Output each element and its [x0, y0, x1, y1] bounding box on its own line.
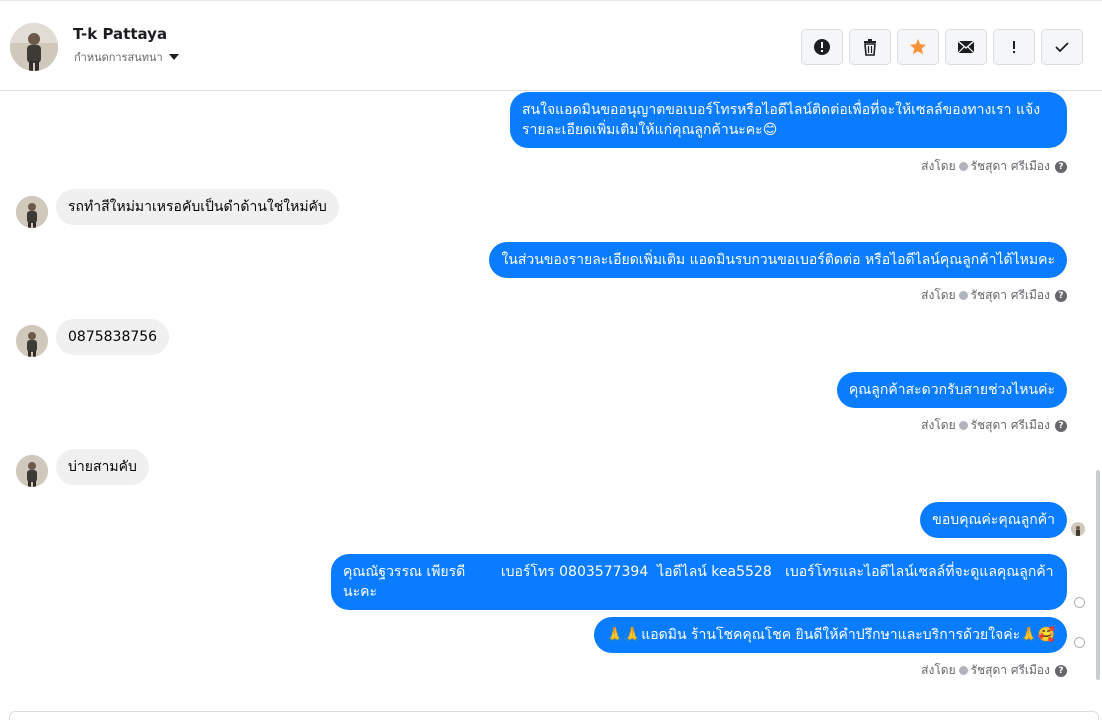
- verified-icon: [958, 291, 968, 300]
- sent-by-line: ส่งโดย รัชสุดา ศรีเมือง ?: [921, 286, 1067, 305]
- contact-name[interactable]: T-k Pattaya: [73, 25, 167, 43]
- conversation-toolbar: [801, 29, 1083, 65]
- customer-avatar[interactable]: [16, 196, 48, 228]
- assign-label: กำหนดการสนทนา: [74, 51, 163, 64]
- sender-name[interactable]: รัชสุดา ศรีเมือง: [971, 286, 1050, 305]
- mark-done-button[interactable]: [1041, 29, 1083, 65]
- outgoing-message[interactable]: คุณณัฐวรรณ เพียรดี เบอร์โทร 0803577394 ไ…: [331, 554, 1067, 610]
- message-text: สนใจแอดมินขออนุญาตขอเบอร์โทรหรือไอดีไลน์…: [522, 102, 1041, 138]
- outgoing-message[interactable]: คุณลูกค้าสะดวกรับสายช่วงไหนค่ะ: [836, 372, 1067, 408]
- delivered-icon: [1074, 637, 1085, 648]
- seen-by-avatar: [1071, 522, 1085, 536]
- sender-name[interactable]: รัชสุดา ศรีเมือง: [971, 661, 1050, 680]
- customer-avatar[interactable]: [16, 455, 48, 487]
- help-icon[interactable]: ?: [1055, 419, 1067, 432]
- sender-name[interactable]: รัชสุดา ศรีเมือง: [971, 416, 1050, 435]
- sent-by-line: ส่งโดย รัชสุดา ศรีเมือง ?: [921, 416, 1067, 435]
- message-thread: สนใจแอดมินขออนุญาตขอเบอร์โทรหรือไอดีไลน์…: [0, 92, 1102, 712]
- delete-button[interactable]: [849, 29, 891, 65]
- incoming-message[interactable]: บ่ายสามคับ: [56, 449, 149, 485]
- incoming-message[interactable]: 0875838756: [56, 319, 170, 355]
- message-text: รถทำสีใหม่มาเหรอคับเป็นดำด้านใช่ใหม่คับ: [68, 199, 327, 215]
- verified-icon: [958, 666, 968, 675]
- mail-icon: [957, 40, 975, 54]
- message-text: คุณณัฐวรรณ เพียรดี เบอร์โทร 0803577394 ไ…: [343, 564, 1054, 600]
- verified-icon: [958, 162, 968, 171]
- report-icon: [814, 39, 830, 55]
- report-button[interactable]: [801, 29, 843, 65]
- mark-unread-button[interactable]: [945, 29, 987, 65]
- outgoing-message[interactable]: สนใจแอดมินขออนุญาตขอเบอร์โทรหรือไอดีไลน์…: [510, 92, 1067, 148]
- message-composer[interactable]: [9, 711, 1099, 720]
- sent-by-label: ส่งโดย: [921, 288, 956, 302]
- conversation-header: T-k Pattaya กำหนดการสนทนา: [0, 0, 1102, 91]
- sent-by-line: ส่งโดย รัชสุดา ศรีเมือง ?: [921, 661, 1067, 680]
- incoming-message[interactable]: รถทำสีใหม่มาเหรอคับเป็นดำด้านใช่ใหม่คับ: [56, 189, 339, 225]
- message-text: บ่ายสามคับ: [68, 459, 137, 475]
- spam-button[interactable]: [993, 29, 1035, 65]
- message-text: ขอบคุณค่ะคุณลูกค้า: [932, 512, 1055, 528]
- help-icon[interactable]: ?: [1055, 664, 1067, 677]
- contact-avatar[interactable]: [10, 23, 58, 71]
- help-icon[interactable]: ?: [1055, 160, 1067, 173]
- assign-conversation-dropdown[interactable]: กำหนดการสนทนา: [74, 48, 179, 66]
- outgoing-message[interactable]: ขอบคุณค่ะคุณลูกค้า: [920, 502, 1067, 538]
- outgoing-message[interactable]: ในส่วนของรายละเอียดเพิ่มเติม แอดมินรบกวน…: [489, 242, 1067, 278]
- sent-by-label: ส่งโดย: [921, 663, 956, 677]
- star-icon: [910, 39, 926, 55]
- customer-avatar[interactable]: [16, 325, 48, 357]
- star-button[interactable]: [897, 29, 939, 65]
- exclaim-icon: [1013, 41, 1015, 53]
- sent-by-label: ส่งโดย: [921, 418, 956, 432]
- delivered-icon: [1074, 597, 1085, 608]
- sent-by-line: ส่งโดย รัชสุดา ศรีเมือง ?: [921, 157, 1067, 176]
- thread-scrollbar[interactable]: [1096, 470, 1100, 680]
- sent-by-label: ส่งโดย: [921, 159, 956, 173]
- caret-down-icon: [168, 54, 179, 60]
- verified-icon: [958, 421, 968, 430]
- sender-name[interactable]: รัชสุดา ศรีเมือง: [971, 157, 1050, 176]
- trash-icon: [864, 39, 876, 56]
- message-text: คุณลูกค้าสะดวกรับสายช่วงไหนค่ะ: [848, 382, 1055, 398]
- help-icon[interactable]: ?: [1055, 289, 1067, 302]
- outgoing-message[interactable]: 🙏🙏แอดมิน ร้านโชคคุณโชค ยินดีให้คำปรึกษาแ…: [594, 617, 1067, 653]
- check-icon: [1055, 42, 1069, 53]
- message-text: 🙏🙏แอดมิน ร้านโชคคุณโชค ยินดีให้คำปรึกษาแ…: [606, 627, 1055, 643]
- message-text: ในส่วนของรายละเอียดเพิ่มเติม แอดมินรบกวน…: [501, 252, 1055, 268]
- message-text: 0875838756: [68, 329, 158, 345]
